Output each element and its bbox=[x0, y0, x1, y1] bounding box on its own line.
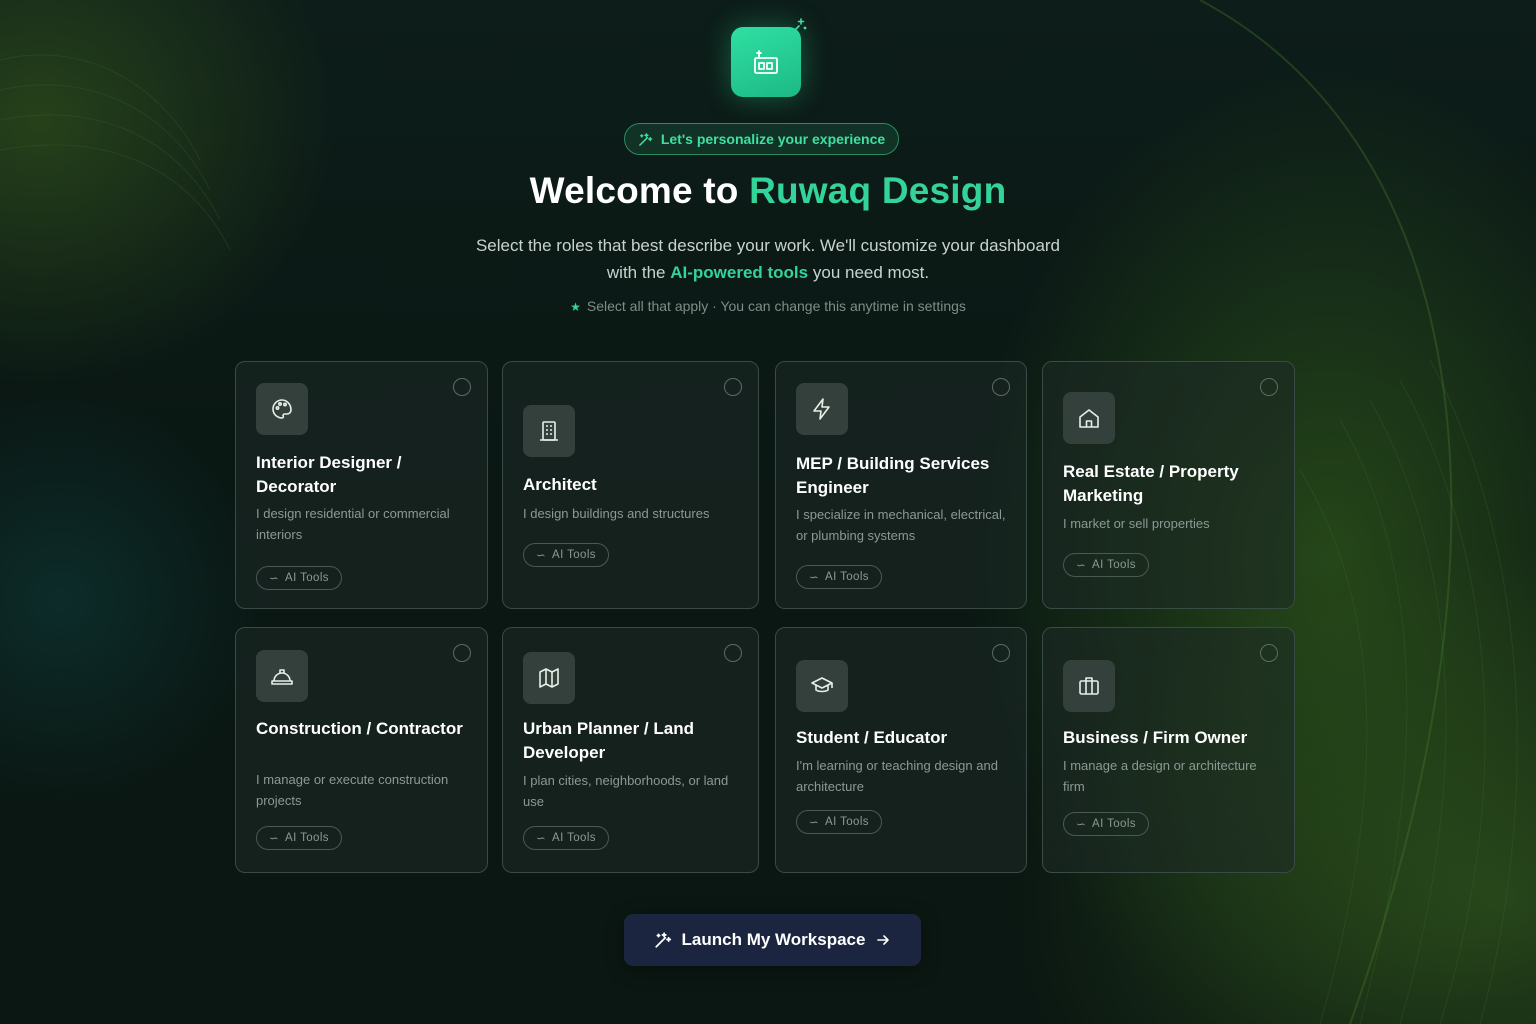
title-brand: Ruwaq Design bbox=[749, 170, 1006, 211]
tag-label: AI Tools bbox=[825, 816, 869, 828]
ai-tools-tag: ∽ AI Tools bbox=[523, 826, 609, 850]
lightning-icon bbox=[796, 383, 848, 435]
role-title: MEP / Building Services Engineer bbox=[796, 452, 1006, 500]
page-title: Welcome to Ruwaq Design bbox=[0, 170, 1536, 212]
house-icon bbox=[1063, 392, 1115, 444]
role-title: Urban Planner / Land Developer bbox=[523, 717, 738, 765]
role-title: Construction / Contractor bbox=[256, 717, 467, 741]
role-title: Architect bbox=[523, 473, 738, 497]
logo-building-icon bbox=[749, 45, 783, 79]
wand-icon: ∽ bbox=[536, 548, 546, 562]
hint-text: Select all that apply · You can change t… bbox=[587, 298, 966, 314]
role-card-mep-engineer[interactable]: MEP / Building Services Engineer I speci… bbox=[775, 361, 1027, 609]
tag-label: AI Tools bbox=[285, 832, 329, 844]
role-description: I market or sell properties bbox=[1063, 513, 1276, 534]
wand-icon: ∽ bbox=[809, 570, 819, 584]
personalize-badge: Let's personalize your experience bbox=[624, 123, 899, 155]
ai-tools-tag: ∽ AI Tools bbox=[256, 566, 342, 590]
hard-hat-icon bbox=[256, 650, 308, 702]
wand-icon: ∽ bbox=[1076, 558, 1086, 572]
role-description: I manage a design or architecture firm bbox=[1063, 755, 1276, 797]
graduation-cap-icon bbox=[796, 660, 848, 712]
role-card-real-estate[interactable]: Real Estate / Property Marketing I marke… bbox=[1042, 361, 1295, 609]
role-title: Business / Firm Owner bbox=[1063, 726, 1274, 750]
role-select-radio[interactable] bbox=[992, 378, 1010, 396]
role-select-radio[interactable] bbox=[1260, 378, 1278, 396]
ai-tools-tag: ∽ AI Tools bbox=[256, 826, 342, 850]
tag-label: AI Tools bbox=[1092, 818, 1136, 830]
tag-label: AI Tools bbox=[1092, 559, 1136, 571]
selection-hint: ★ Select all that apply · You can change … bbox=[0, 298, 1536, 314]
launch-workspace-button[interactable]: Launch My Workspace bbox=[624, 914, 921, 966]
role-card-architect[interactable]: Architect I design buildings and structu… bbox=[502, 361, 759, 609]
ai-tools-tag: ∽ AI Tools bbox=[1063, 812, 1149, 836]
ai-tools-tag: ∽ AI Tools bbox=[1063, 553, 1149, 577]
role-card-construction[interactable]: Construction / Contractor I manage or ex… bbox=[235, 627, 488, 873]
tag-label: AI Tools bbox=[285, 572, 329, 584]
role-select-radio[interactable] bbox=[992, 644, 1010, 662]
map-icon bbox=[523, 652, 575, 704]
role-select-radio[interactable] bbox=[724, 378, 742, 396]
palette-icon bbox=[256, 383, 308, 435]
tag-label: AI Tools bbox=[552, 549, 596, 561]
role-description: I design residential or commercial inter… bbox=[256, 503, 469, 545]
role-description: I plan cities, neighborhoods, or land us… bbox=[523, 770, 740, 812]
tag-label: AI Tools bbox=[825, 571, 869, 583]
launch-label: Launch My Workspace bbox=[682, 930, 866, 950]
role-title: Student / Educator bbox=[796, 726, 1006, 750]
star-icon: ★ bbox=[570, 300, 581, 314]
app-logo bbox=[731, 27, 801, 97]
role-select-radio[interactable] bbox=[1260, 644, 1278, 662]
role-description: I'm learning or teaching design and arch… bbox=[796, 755, 1008, 797]
subtitle-pre: with the bbox=[607, 263, 666, 282]
role-select-radio[interactable] bbox=[724, 644, 742, 662]
magic-wand-icon bbox=[654, 931, 672, 949]
ai-tools-tag: ∽ AI Tools bbox=[796, 810, 882, 834]
role-select-radio[interactable] bbox=[453, 644, 471, 662]
building-icon bbox=[523, 405, 575, 457]
ai-tools-tag: ∽ AI Tools bbox=[523, 543, 609, 567]
wand-icon: ∽ bbox=[809, 815, 819, 829]
title-prefix: Welcome to bbox=[530, 170, 739, 211]
role-card-student-educator[interactable]: Student / Educator I'm learning or teach… bbox=[775, 627, 1027, 873]
briefcase-icon bbox=[1063, 660, 1115, 712]
role-card-urban-planner[interactable]: Urban Planner / Land Developer I plan ci… bbox=[502, 627, 759, 873]
wand-icon: ∽ bbox=[536, 831, 546, 845]
wand-icon: ∽ bbox=[269, 571, 279, 585]
subtitle-accent: AI-powered tools bbox=[670, 263, 808, 282]
role-select-radio[interactable] bbox=[453, 378, 471, 396]
role-card-interior-designer[interactable]: Interior Designer / Decorator I design r… bbox=[235, 361, 488, 609]
arrow-right-icon bbox=[875, 932, 891, 948]
subtitle-post: you need most. bbox=[813, 263, 929, 282]
role-description: I design buildings and structures bbox=[523, 503, 740, 524]
sparkle-icon bbox=[793, 17, 809, 33]
wand-icon: ∽ bbox=[1076, 817, 1086, 831]
page-subtitle: Select the roles that best describe your… bbox=[418, 232, 1118, 286]
role-description: I specialize in mechanical, electrical, … bbox=[796, 504, 1008, 546]
ai-tools-tag: ∽ AI Tools bbox=[796, 565, 882, 589]
subtitle-line1: Select the roles that best describe your… bbox=[476, 236, 1060, 255]
role-description: I manage or execute construction project… bbox=[256, 769, 469, 811]
magic-wand-icon bbox=[638, 132, 653, 147]
role-card-business-owner[interactable]: Business / Firm Owner I manage a design … bbox=[1042, 627, 1295, 873]
role-title: Interior Designer / Decorator bbox=[256, 451, 467, 499]
personalize-text: Let's personalize your experience bbox=[661, 131, 885, 147]
role-title: Real Estate / Property Marketing bbox=[1063, 460, 1274, 508]
tag-label: AI Tools bbox=[552, 832, 596, 844]
wand-icon: ∽ bbox=[269, 831, 279, 845]
